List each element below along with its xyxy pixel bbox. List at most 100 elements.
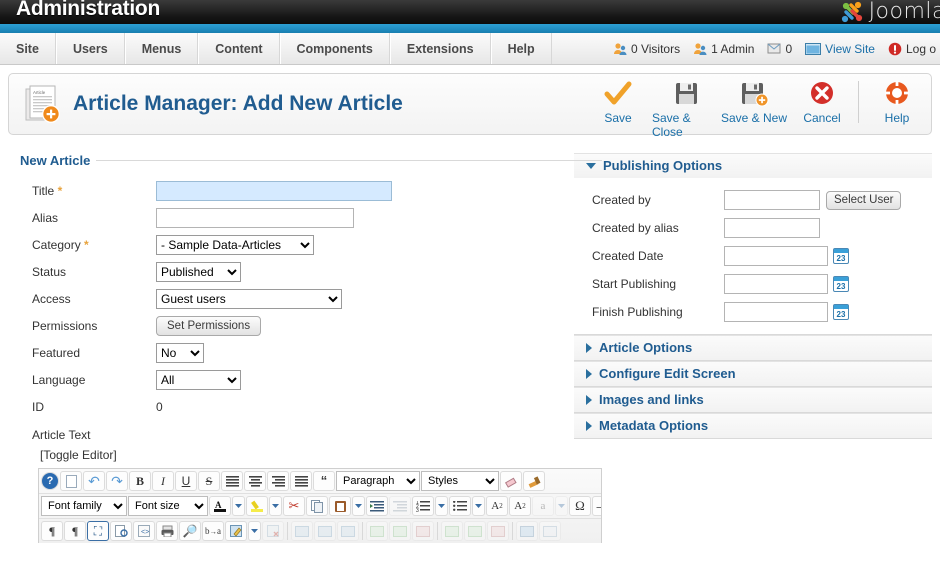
start-publishing-input[interactable] bbox=[724, 274, 828, 294]
outdent-icon[interactable] bbox=[389, 496, 411, 516]
insert-row-before-icon[interactable] bbox=[366, 521, 388, 541]
created-by-alias-input[interactable] bbox=[724, 218, 820, 238]
highlight-color-icon[interactable] bbox=[246, 496, 268, 516]
save-close-button[interactable]: Save & Close bbox=[652, 78, 720, 139]
save-button[interactable]: Save bbox=[584, 78, 652, 125]
bullet-list-icon[interactable] bbox=[449, 496, 471, 516]
font-size-select[interactable]: Font size bbox=[128, 496, 208, 516]
align-right-icon[interactable] bbox=[267, 471, 289, 491]
help-button[interactable]: Help bbox=[863, 78, 931, 125]
special-character-icon[interactable]: Ω bbox=[569, 496, 591, 516]
preview-icon[interactable] bbox=[110, 521, 132, 541]
insert-row-after-icon[interactable] bbox=[389, 521, 411, 541]
created-date-input[interactable] bbox=[724, 246, 828, 266]
metadata-options-header[interactable]: Metadata Options bbox=[574, 413, 932, 438]
indent-icon[interactable] bbox=[366, 496, 388, 516]
eraser-icon[interactable] bbox=[500, 471, 522, 491]
split-cells-icon[interactable] bbox=[516, 521, 538, 541]
created-by-input[interactable] bbox=[724, 190, 820, 210]
numbered-list-icon[interactable]: 123 bbox=[412, 496, 434, 516]
cancel-button[interactable]: Cancel bbox=[788, 78, 856, 125]
rtl-icon[interactable]: ¶ bbox=[64, 521, 86, 541]
edit-image-dropdown-icon[interactable] bbox=[248, 521, 261, 541]
set-permissions-button[interactable]: Set Permissions bbox=[156, 316, 262, 336]
delete-column-icon[interactable] bbox=[487, 521, 509, 541]
menu-item-users[interactable]: Users bbox=[55, 33, 125, 64]
help-circle-icon[interactable]: ? bbox=[41, 472, 59, 490]
paintbrush-icon[interactable] bbox=[523, 471, 545, 491]
copy-icon[interactable] bbox=[306, 496, 328, 516]
toggle-editor-link[interactable]: [Toggle Editor] bbox=[40, 448, 602, 462]
featured-select[interactable]: No bbox=[156, 343, 204, 363]
remove-format-dropdown-icon[interactable] bbox=[555, 496, 568, 516]
strikethrough-icon[interactable]: S bbox=[198, 471, 220, 491]
start-publishing-calendar-icon[interactable]: 23 bbox=[833, 276, 849, 292]
access-select[interactable]: Guest users bbox=[156, 289, 342, 309]
finish-publishing-input[interactable] bbox=[724, 302, 828, 322]
configure-edit-screen-header[interactable]: Configure Edit Screen bbox=[574, 361, 932, 386]
status-select[interactable]: Published bbox=[156, 262, 241, 282]
language-select[interactable]: All bbox=[156, 370, 241, 390]
category-select[interactable]: - Sample Data-Articles bbox=[156, 235, 314, 255]
superscript-icon[interactable]: A2 bbox=[509, 496, 531, 516]
menu-item-extensions[interactable]: Extensions bbox=[389, 33, 491, 64]
bold-icon[interactable]: B bbox=[129, 471, 151, 491]
edit-image-icon[interactable] bbox=[225, 521, 247, 541]
select-user-button[interactable]: Select User bbox=[826, 190, 902, 210]
article-options-header[interactable]: Article Options bbox=[574, 335, 932, 360]
insert-table-icon[interactable] bbox=[291, 521, 313, 541]
merge-cells-icon[interactable] bbox=[539, 521, 561, 541]
finish-publishing-calendar-icon[interactable]: 23 bbox=[833, 304, 849, 320]
format-select[interactable]: Paragraph bbox=[336, 471, 420, 491]
horizontal-rule-icon[interactable]: — bbox=[592, 496, 601, 516]
save-new-button[interactable]: Save & New bbox=[720, 78, 788, 125]
subscript-icon[interactable]: A2 bbox=[486, 496, 508, 516]
text-color-icon[interactable]: A bbox=[209, 496, 231, 516]
insert-column-after-icon[interactable] bbox=[464, 521, 486, 541]
styles-select[interactable]: Styles bbox=[421, 471, 499, 491]
table-cell-props-icon[interactable] bbox=[337, 521, 359, 541]
created-date-calendar-icon[interactable]: 23 bbox=[833, 248, 849, 264]
menu-item-components[interactable]: Components bbox=[279, 33, 390, 64]
delete-row-icon[interactable] bbox=[412, 521, 434, 541]
ltr-icon[interactable]: ¶ bbox=[41, 521, 63, 541]
highlight-color-dropdown-icon[interactable] bbox=[269, 496, 282, 516]
new-document-icon[interactable] bbox=[60, 471, 82, 491]
delete-table-icon[interactable] bbox=[262, 521, 284, 541]
align-justify-icon[interactable] bbox=[290, 471, 312, 491]
visitors-status[interactable]: 0 Visitors bbox=[613, 42, 680, 56]
menu-item-site[interactable]: Site bbox=[0, 33, 56, 64]
remove-format-icon[interactable]: a bbox=[532, 496, 554, 516]
logout-link[interactable]: Log o bbox=[888, 42, 936, 56]
view-site-link[interactable]: View Site bbox=[805, 42, 875, 56]
title-input[interactable] bbox=[156, 181, 392, 201]
numbered-list-dropdown-icon[interactable] bbox=[435, 496, 448, 516]
fullscreen-icon[interactable]: ⛶ bbox=[87, 521, 109, 541]
cut-icon[interactable]: ✂ bbox=[283, 496, 305, 516]
font-family-select[interactable]: Font family bbox=[41, 496, 127, 516]
paste-icon[interactable] bbox=[329, 496, 351, 516]
print-icon[interactable] bbox=[156, 521, 178, 541]
alias-input[interactable] bbox=[156, 208, 354, 228]
menu-item-content[interactable]: Content bbox=[198, 33, 280, 64]
menu-item-help[interactable]: Help bbox=[490, 33, 552, 64]
html-source-icon[interactable]: <> bbox=[133, 521, 155, 541]
redo-icon[interactable]: ↷ bbox=[106, 471, 128, 491]
italic-icon[interactable]: I bbox=[152, 471, 174, 491]
menu-item-menus[interactable]: Menus bbox=[124, 33, 199, 64]
admins-status[interactable]: 1 Admin bbox=[693, 42, 754, 56]
search-icon[interactable]: 🔎 bbox=[179, 521, 201, 541]
undo-icon[interactable]: ↶ bbox=[83, 471, 105, 491]
blockquote-icon[interactable]: “ bbox=[313, 471, 335, 491]
publishing-options-header[interactable]: Publishing Options bbox=[574, 153, 932, 178]
paste-dropdown-icon[interactable] bbox=[352, 496, 365, 516]
align-center-icon[interactable] bbox=[244, 471, 266, 491]
insert-column-before-icon[interactable] bbox=[441, 521, 463, 541]
bullet-list-dropdown-icon[interactable] bbox=[472, 496, 485, 516]
find-replace-icon[interactable]: b → a bbox=[202, 521, 224, 541]
underline-icon[interactable]: U bbox=[175, 471, 197, 491]
text-color-dropdown-icon[interactable] bbox=[232, 496, 245, 516]
images-and-links-header[interactable]: Images and links bbox=[574, 387, 932, 412]
table-row-props-icon[interactable] bbox=[314, 521, 336, 541]
align-left-icon[interactable] bbox=[221, 471, 243, 491]
